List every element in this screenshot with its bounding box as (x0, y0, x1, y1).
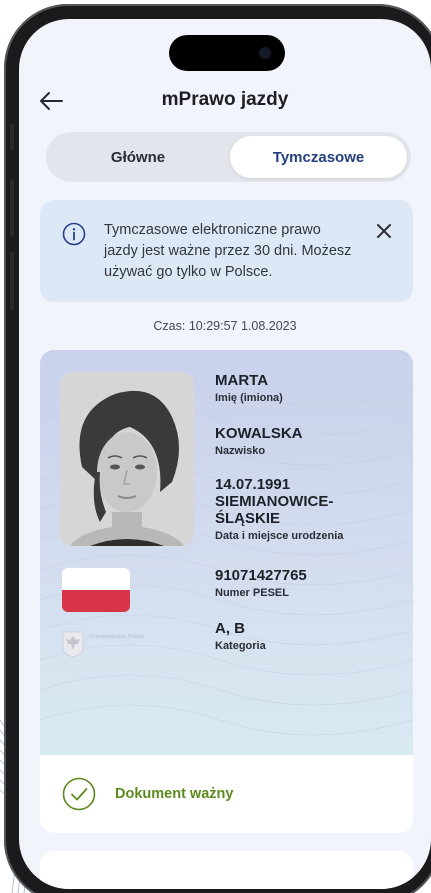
validity-status: Dokument ważny (40, 755, 413, 833)
field-birth: 14.07.1991 SIEMIANOWICE- ŚLĄSKIE Data i … (215, 476, 405, 543)
field-last-name: KOWALSKA Nazwisko (215, 425, 405, 458)
volume-down-button (10, 252, 14, 310)
close-icon[interactable] (373, 220, 395, 242)
tab-switcher: Główne Tymczasowe (46, 132, 411, 182)
holder-photo (60, 372, 194, 546)
category-label: Kategoria (215, 640, 266, 652)
field-category: A, B Kategoria (215, 620, 405, 653)
field-first-name: MARTA Imię (imiona) (215, 372, 405, 405)
app-screen: mPrawo jazdy Główne Tymczasowe Tymczasow… (19, 19, 431, 889)
pesel-label: Numer PESEL (215, 587, 289, 599)
info-icon (62, 222, 86, 246)
last-name-label: Nazwisko (215, 445, 266, 457)
app-header: mPrawo jazdy (19, 81, 431, 121)
last-name-value: KOWALSKA (215, 425, 303, 442)
dynamic-island (169, 35, 285, 71)
tab-tymczasowe[interactable]: Tymczasowe (230, 136, 407, 178)
check-circle-icon (62, 777, 96, 811)
category-value: A, B (215, 620, 245, 637)
next-section-card (40, 851, 413, 889)
volume-up-button (10, 179, 14, 237)
birth-value: 14.07.1991 SIEMIANOWICE- ŚLĄSKIE (215, 476, 334, 527)
pesel-value: 91071427765 (215, 567, 307, 584)
info-banner: Tymczasowe elektroniczne prawo jazdy jes… (40, 200, 413, 302)
first-name-label: Imię (imiona) (215, 392, 283, 404)
tab-glowne[interactable]: Główne (50, 136, 226, 178)
eagle-emblem-icon (62, 631, 84, 658)
mute-switch (10, 124, 14, 150)
license-card: Rzeczpospolita Polska MARTA Imię (imiona… (40, 350, 413, 833)
polish-flag (62, 568, 130, 612)
status-text: Dokument ważny (115, 786, 234, 802)
first-name-value: MARTA (215, 372, 269, 389)
emblem-caption: Rzeczpospolita Polska (89, 634, 145, 640)
field-pesel: 91071427765 Numer PESEL (215, 567, 405, 600)
info-text: Tymczasowe elektroniczne prawo jazdy jes… (104, 222, 352, 280)
page-title: mPrawo jazdy (161, 89, 289, 110)
timestamp: Czas: 10:29:57 1.08.2023 (153, 319, 297, 333)
birth-label: Data i miejsce urodzenia (215, 530, 344, 542)
